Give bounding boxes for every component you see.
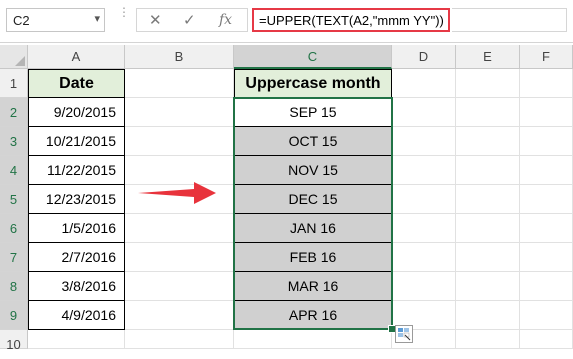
cell-d6[interactable] [392,214,456,243]
column-header-f[interactable]: F [520,45,573,69]
month-cell[interactable]: JAN 16 [234,214,392,243]
cell-b1[interactable] [125,69,234,98]
cell-d2[interactable] [392,98,456,127]
cell-f1[interactable] [520,69,573,98]
red-arrow-icon [138,182,216,204]
cell-f10[interactable] [520,330,573,349]
cell-b8[interactable] [125,272,234,301]
column-header-e[interactable]: E [456,45,520,69]
month-cell[interactable]: MAR 16 [234,272,392,301]
formula-buttons: ✕ ✓ fx [136,8,248,32]
cell-e2[interactable] [456,98,520,127]
date-header-cell[interactable]: Date [28,69,125,98]
check-icon[interactable]: ✓ [183,11,196,29]
cell-b10[interactable] [125,330,234,349]
row-header-3[interactable]: 3 [0,127,28,156]
cell-a10[interactable] [28,330,125,349]
formula-text: =UPPER(TEXT(A2,"mmm YY")) [259,13,444,28]
row-header-5[interactable]: 5 [0,185,28,214]
cell-e9[interactable] [456,301,520,330]
cell-c10[interactable] [234,330,392,349]
cell-d4[interactable] [392,156,456,185]
cell-e4[interactable] [456,156,520,185]
name-box[interactable]: C2 ▾ [6,8,105,32]
row-header-7[interactable]: 7 [0,243,28,272]
cell-d8[interactable] [392,272,456,301]
cell-d5[interactable] [392,185,456,214]
cell-f5[interactable] [520,185,573,214]
cell-f6[interactable] [520,214,573,243]
cell-b9[interactable] [125,301,234,330]
cell-b7[interactable] [125,243,234,272]
formula-bar: C2 ▾ ⋮ ✕ ✓ fx =UPPER(TEXT(A2,"mmm YY")) [0,0,573,43]
date-cell[interactable]: 11/22/2015 [28,156,125,185]
cell-d1[interactable] [392,69,456,98]
cell-e5[interactable] [456,185,520,214]
month-cell[interactable]: APR 16 [234,301,392,330]
cell-f8[interactable] [520,272,573,301]
cell-f3[interactable] [520,127,573,156]
row-header-10[interactable]: 10 [0,330,28,352]
date-cell[interactable]: 4/9/2016 [28,301,125,330]
column-header-c[interactable]: C [234,45,392,69]
row-header-1[interactable]: 1 [0,69,28,98]
column-header-b[interactable]: B [125,45,234,69]
cell-e10[interactable] [456,330,520,349]
cell-d3[interactable] [392,127,456,156]
row-header-9[interactable]: 9 [0,301,28,330]
formula-input-extension[interactable] [452,8,567,32]
row-header-4[interactable]: 4 [0,156,28,185]
row-header-2[interactable]: 2 [0,98,28,127]
cell-b2[interactable] [125,98,234,127]
column-header-d[interactable]: D [392,45,456,69]
insert-function-icon[interactable]: fx [219,12,232,28]
month-cell[interactable]: FEB 16 [234,243,392,272]
row-header-8[interactable]: 8 [0,272,28,301]
select-all-icon [15,56,25,66]
cell-e3[interactable] [456,127,520,156]
cell-e8[interactable] [456,272,520,301]
date-cell[interactable]: 10/21/2015 [28,127,125,156]
cell-e1[interactable] [456,69,520,98]
month-cell[interactable]: OCT 15 [234,127,392,156]
quick-analysis-button[interactable] [395,325,413,343]
cell-b3[interactable] [125,127,234,156]
cell-e7[interactable] [456,243,520,272]
quick-analysis-icon [398,328,411,341]
drag-handle-icon[interactable]: ⋮ [118,6,130,18]
name-box-value: C2 [13,13,30,28]
close-icon[interactable]: ✕ [149,11,162,29]
select-all-button[interactable] [0,45,28,69]
uppercase-month-header-cell[interactable]: Uppercase month [234,69,392,98]
chevron-down-icon[interactable]: ▾ [94,12,100,25]
cell-d7[interactable] [392,243,456,272]
formula-input[interactable]: =UPPER(TEXT(A2,"mmm YY")) [252,8,450,32]
date-cell[interactable]: 3/8/2016 [28,272,125,301]
cell-f4[interactable] [520,156,573,185]
month-cell-active[interactable]: SEP 15 [234,98,392,127]
month-cell[interactable]: DEC 15 [234,185,392,214]
row-header-6[interactable]: 6 [0,214,28,243]
date-cell[interactable]: 9/20/2015 [28,98,125,127]
cell-e6[interactable] [456,214,520,243]
date-cell[interactable]: 12/23/2015 [28,185,125,214]
month-cell[interactable]: NOV 15 [234,156,392,185]
column-header-a[interactable]: A [28,45,125,69]
cell-f7[interactable] [520,243,573,272]
date-cell[interactable]: 1/5/2016 [28,214,125,243]
date-cell[interactable]: 2/7/2016 [28,243,125,272]
cell-f2[interactable] [520,98,573,127]
cell-b6[interactable] [125,214,234,243]
cell-f9[interactable] [520,301,573,330]
